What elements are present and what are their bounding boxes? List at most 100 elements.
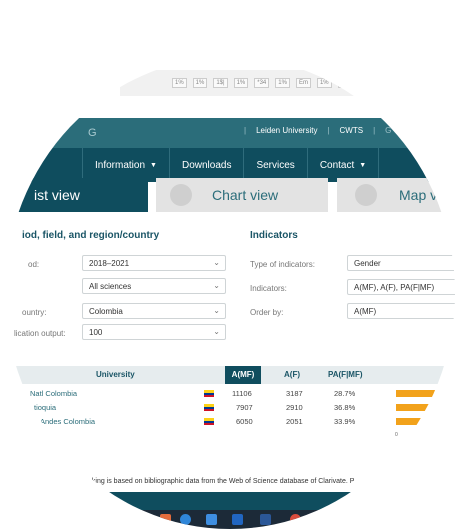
chart-icon [170, 184, 192, 206]
filter-panel: iod, field, and region/country Indicator… [5, 212, 455, 362]
table-row[interactable]: Natl Colombia 11106 3187 28.7% [5, 387, 455, 401]
select-value: A(MF), A(F), PA(F|MF) [354, 283, 435, 292]
chevron-down-icon: ⌄ [213, 306, 220, 315]
nav-label: Downloads [181, 159, 232, 171]
axis-tick: 0 [395, 432, 398, 438]
browser-tab[interactable]: *34 [254, 78, 270, 88]
university-name[interactable]: Natl Colombia [30, 389, 77, 398]
cwts-link[interactable]: CWTS [340, 126, 364, 135]
os-taskbar [5, 510, 455, 529]
tab-list-view[interactable]: ist view [5, 178, 148, 212]
browser-tab-strip: 1% 1% 1$| 1% *34 1% Em 1% 1% [120, 70, 420, 96]
amf-value: 6050 [236, 417, 253, 426]
logo-fragment: G [88, 127, 97, 139]
pa-bar [396, 390, 455, 397]
pa-value: 36.8% [334, 403, 356, 412]
type-of-indicators-select[interactable]: Gender [347, 255, 455, 271]
order-by-select[interactable]: A(MF) [347, 303, 455, 319]
colombia-flag-icon [204, 404, 214, 411]
table-header: University A(MF) A(F) PA(F|MF) [5, 366, 455, 384]
order-by-label: Order by: [250, 308, 284, 317]
colombia-flag-icon [204, 418, 214, 425]
file-explorer-icon[interactable] [206, 514, 217, 525]
type-of-indicators-label: Type of indicators: [250, 260, 315, 269]
country-select[interactable]: Colombia ⌄ [82, 303, 226, 319]
nav-information[interactable]: Information ▼ [82, 148, 170, 182]
pa-value: 33.9% [334, 417, 356, 426]
leiden-university-link[interactable]: Leiden University [256, 126, 317, 135]
table-row[interactable]: Andes Colombia 6050 2051 33.9% [5, 415, 455, 429]
caret-down-icon: ▼ [359, 161, 367, 169]
browser-tab[interactable]: 1% [316, 78, 332, 88]
edge-icon[interactable] [232, 514, 243, 525]
publication-output-select[interactable]: 100 ⌄ [82, 324, 226, 340]
period-select[interactable]: 2018–2021 ⌄ [82, 255, 226, 271]
chevron-down-icon: ⌄ [213, 327, 220, 336]
browser-tab[interactable]: 1% [233, 78, 249, 88]
nav-contact[interactable]: Contact ▼ [308, 148, 380, 182]
select-value: Gender [354, 259, 381, 268]
indicators-title: Indicators [250, 230, 298, 241]
chevron-down-icon: ⌄ [213, 281, 220, 290]
tab-label: ist view [34, 187, 80, 203]
browser-tab[interactable]: 1$| [213, 78, 228, 88]
browser-icon[interactable] [180, 514, 191, 525]
browser-tab[interactable]: 1% [172, 78, 187, 88]
colombia-flag-icon [204, 390, 214, 397]
university-name[interactable]: tioquia [34, 403, 56, 412]
university-bar: G | Leiden University | CWTS | G [5, 118, 455, 148]
chrome-icon[interactable] [290, 514, 301, 525]
pa-value: 28.7% [334, 389, 356, 398]
map-icon [355, 184, 377, 206]
amf-value: 11106 [232, 389, 252, 398]
field-select[interactable]: All sciences ⌄ [82, 278, 226, 294]
link-fragment[interactable]: G [385, 126, 391, 135]
university-links: | Leiden University | CWTS | G [244, 126, 391, 135]
separator: | [244, 126, 247, 135]
select-value: Colombia [89, 307, 123, 316]
word-icon[interactable] [260, 514, 271, 525]
af-value: 3187 [286, 389, 303, 398]
tab-chart-view[interactable]: Chart view [156, 178, 328, 212]
col-pa[interactable]: PA(F|MF) [328, 370, 363, 379]
nav-label: Information [95, 159, 146, 171]
select-value: All sciences [89, 282, 132, 291]
af-value: 2051 [286, 417, 303, 426]
tab-label: Map vi [399, 187, 441, 203]
col-university[interactable]: University [96, 370, 135, 379]
app-icon[interactable] [160, 514, 171, 525]
col-af[interactable]: A(F) [284, 370, 300, 379]
browser-tab[interactable]: Em [295, 78, 311, 88]
axis-tick: 500 [415, 432, 424, 438]
indicators-label: Indicators: [250, 284, 287, 293]
footnote: nking is based on bibliographic data fro… [88, 478, 355, 485]
browser-tab[interactable]: 1% [337, 78, 353, 88]
nav-label: Services [256, 159, 295, 171]
select-value: 2018–2021 [89, 259, 130, 268]
separator: | [327, 126, 330, 135]
col-amf[interactable]: A(MF) [225, 366, 261, 384]
filters-title: iod, field, and region/country [22, 230, 160, 241]
browser-tab[interactable]: 1% [275, 78, 290, 88]
tab-map-view[interactable]: Map vi [337, 178, 455, 212]
tab-label: Chart view [212, 187, 279, 203]
nav-downloads[interactable]: Downloads [170, 148, 245, 182]
indicators-select[interactable]: A(MF), A(F), PA(F|MF) [347, 279, 455, 295]
separator: | [373, 126, 376, 135]
amf-value: 7907 [236, 403, 253, 412]
main-nav: Information ▼ Downloads Services Contact… [5, 148, 455, 182]
university-name[interactable]: Andes Colombia [40, 417, 95, 426]
nav-label: Contact [319, 159, 355, 171]
pa-bar [396, 418, 455, 425]
select-value: A(MF) [354, 307, 377, 316]
page-footer [5, 492, 455, 510]
publication-output-label: lication output: [14, 329, 66, 338]
chevron-down-icon: ⌄ [213, 258, 220, 267]
browser-tab[interactable]: 1% [192, 78, 208, 88]
table-row[interactable]: tioquia 7907 2910 36.8% [5, 401, 455, 415]
select-value: 100 [89, 328, 103, 337]
view-tabs: ist view Chart view Map vi [5, 178, 455, 212]
af-value: 2910 [286, 403, 303, 412]
nav-services[interactable]: Services [244, 148, 308, 182]
screen-viewport: 1% 1% 1$| 1% *34 1% Em 1% 1% G | Leiden … [5, 57, 455, 529]
